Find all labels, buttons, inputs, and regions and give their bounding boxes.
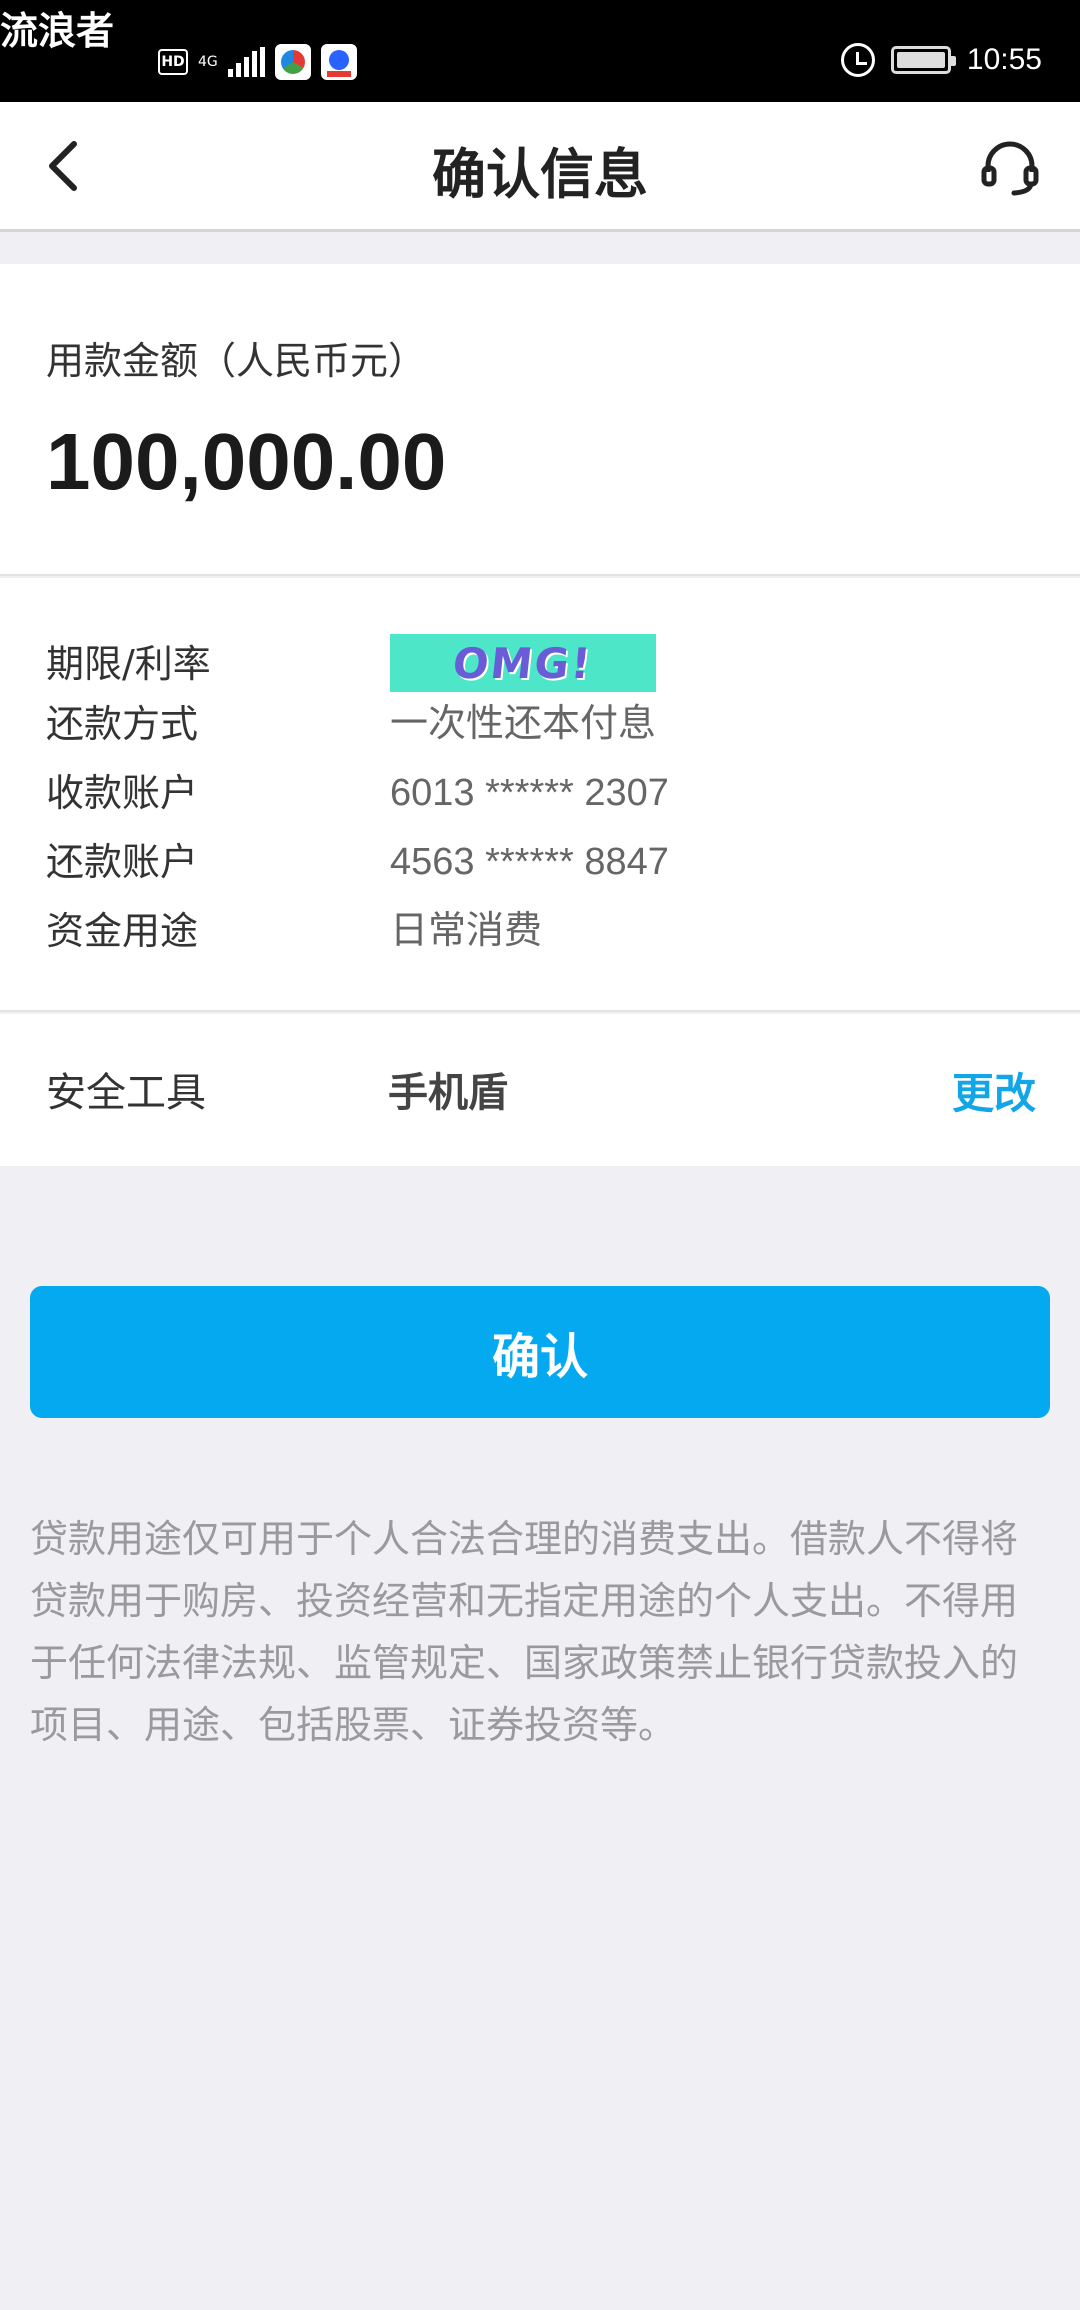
network-type-label: 4G [198,54,218,70]
chrome-app-icon [275,44,311,80]
sticker-text: OMG! [450,638,596,688]
watermark-text: 流浪者 [0,9,115,53]
detail-row-repayment-method: 还款方式 一次性还本付息 [0,694,1080,754]
detail-label: 资金用途 [46,909,199,953]
detail-label: 收款账户 [46,771,199,815]
detail-value: 6013 ****** 2307 [390,772,669,814]
amount-label: 用款金额（人民币元） [46,339,427,383]
status-bar: 流浪者 HD 4G 10:55 [0,0,1080,102]
status-time: 10:55 [966,43,1042,76]
security-tool-value: 手机盾 [388,1070,508,1116]
loan-usage-notice: 贷款用途仅可用于个人合法合理的消费支出。借款人不得将贷款用于购房、投资经营和无指… [30,1517,1019,1747]
security-tool-label: 安全工具 [46,1070,206,1116]
amount-value: 100,000.00 [46,417,447,506]
detail-row-repayment-account: 还款账户 4563 ****** 8847 [0,832,1080,892]
baidu-app-icon [321,44,357,80]
detail-row-receiving-account: 收款账户 6013 ****** 2307 [0,763,1080,823]
detail-label: 还款方式 [46,702,199,746]
detail-row-fund-usage: 资金用途 日常消费 [0,901,1080,961]
omg-sticker: OMG! [390,634,656,692]
amount-card: 用款金额（人民币元） 100,000.00 [0,264,1080,576]
nav-bar: 确认信息 [0,102,1080,232]
security-tool-card: 安全工具 手机盾 更改 [0,1014,1080,1166]
confirm-button[interactable]: 确认 [30,1286,1050,1418]
loan-details-card: 期限/利率 OMG! 还款方式 一次性还本付息 收款账户 6013 ******… [0,578,1080,1012]
detail-label: 还款账户 [46,840,199,884]
change-security-tool-link[interactable]: 更改 [952,1060,1036,1121]
detail-value: 4563 ****** 8847 [390,841,669,883]
customer-service-button[interactable] [980,138,1040,198]
hd-icon: HD [158,49,188,75]
page-title: 确认信息 [432,143,648,206]
status-icons-right: 10:55 [840,40,1042,80]
detail-value: 日常消费 [390,910,543,952]
alarm-icon [840,43,875,77]
signal-strength-icon [228,47,265,77]
detail-value: 一次性还本付息 [390,703,657,745]
status-icons-left: HD 4G [158,44,357,80]
headset-icon [981,141,1039,196]
battery-icon [890,46,956,74]
detail-label: 期限/利率 [46,642,211,686]
